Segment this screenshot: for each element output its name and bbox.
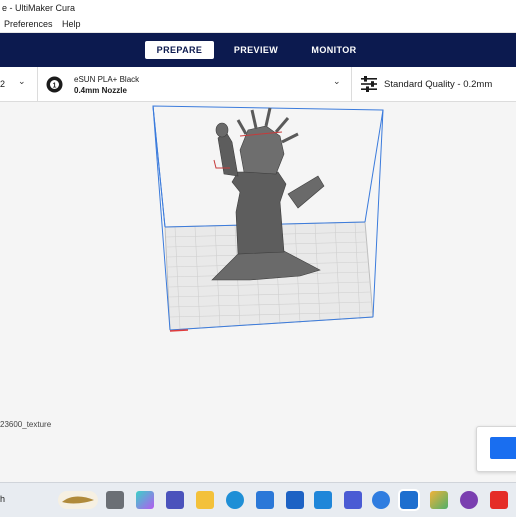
extruder-icon: 1 <box>46 76 63 93</box>
youtube-icon[interactable] <box>490 491 508 509</box>
store-icon[interactable] <box>256 491 274 509</box>
material-name: eSUN PLA+ Black <box>74 75 140 84</box>
search-highlight-image <box>58 491 98 509</box>
copilot-icon[interactable] <box>136 491 154 509</box>
window-title: e - UltiMaker Cura <box>2 3 76 13</box>
printer-selector[interactable]: 2 ⌄ <box>0 67 36 101</box>
svg-text:1: 1 <box>53 83 57 90</box>
print-settings-selector[interactable]: Standard Quality - 0.2mm <box>352 67 516 101</box>
app-icon[interactable] <box>344 491 362 509</box>
teams-icon[interactable] <box>166 491 184 509</box>
cura-icon[interactable] <box>398 489 420 511</box>
app-icon[interactable] <box>460 491 478 509</box>
material-selector[interactable]: 1 eSUN PLA+ Black 0.4mm Nozzle ⌄ <box>38 67 350 101</box>
tab-prepare[interactable]: PREPARE <box>145 41 214 59</box>
menu-help[interactable]: Help <box>62 16 81 32</box>
chevron-down-icon: ⌄ <box>18 76 26 86</box>
build-volume[interactable] <box>0 102 516 454</box>
chevron-down-icon: ⌄ <box>333 76 341 86</box>
nozzle-size: 0.4mm Nozzle <box>74 86 127 95</box>
printer-name: 2 <box>0 79 6 89</box>
app-icon[interactable] <box>372 491 390 509</box>
app-icon[interactable] <box>430 491 448 509</box>
menu-preferences[interactable]: Preferences <box>4 16 53 32</box>
taskbar: h <box>0 482 516 517</box>
tab-preview[interactable]: PREVIEW <box>224 41 288 59</box>
object-name: 23600_texture <box>0 420 52 429</box>
menu-bar: Preferences Help <box>0 16 516 33</box>
quality-label: Standard Quality - 0.2mm <box>384 79 493 90</box>
search-box-text[interactable]: h <box>0 494 5 504</box>
stage-header: PREPARE PREVIEW MONITOR <box>0 33 516 67</box>
slice-panel <box>476 426 516 472</box>
task-view-icon[interactable] <box>106 491 124 509</box>
printer-setup-bar: 2 ⌄ 1 eSUN PLA+ Black 0.4mm Nozzle ⌄ Sta… <box>0 67 516 102</box>
viewport-3d[interactable] <box>0 102 516 454</box>
title-bar: e - UltiMaker Cura <box>0 0 516 16</box>
file-explorer-icon[interactable] <box>196 491 214 509</box>
slice-button[interactable] <box>490 437 516 459</box>
edge-icon[interactable] <box>226 491 244 509</box>
tab-monitor[interactable]: MONITOR <box>300 41 368 59</box>
mail-icon[interactable] <box>286 491 304 509</box>
app-icon[interactable] <box>314 491 332 509</box>
settings-sliders-icon <box>361 76 377 92</box>
